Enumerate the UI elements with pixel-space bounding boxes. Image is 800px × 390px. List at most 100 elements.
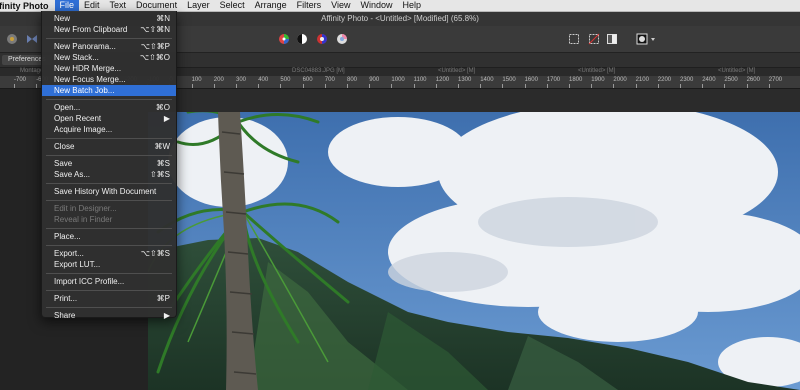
- menu-item-new[interactable]: New ⌘N: [42, 13, 176, 24]
- menu-item-share[interactable]: Share ▶: [42, 310, 176, 321]
- menu-select[interactable]: Select: [215, 0, 250, 11]
- menu-item-new-panorama[interactable]: New Panorama... ⌥⇧⌘P: [42, 41, 176, 52]
- ruler-tick-mark: [14, 84, 15, 88]
- ruler-tick-mark: [391, 84, 393, 88]
- menu-item-shortcut: ⌘N: [156, 14, 170, 23]
- menu-item-save[interactable]: Save ⌘S: [42, 158, 176, 169]
- menu-item-new-from-clipboard[interactable]: New From Clipboard ⌥⇧⌘N: [42, 24, 176, 35]
- ruler-tick-mark: [236, 84, 237, 88]
- marquee-select-icon[interactable]: [568, 32, 580, 44]
- menu-item-label: Save As...: [54, 170, 91, 179]
- menu-item-close[interactable]: Close ⌘W: [42, 141, 176, 152]
- menu-arrange[interactable]: Arrange: [250, 0, 292, 11]
- invert-selection-icon[interactable]: [606, 32, 618, 44]
- menu-filters[interactable]: Filters: [292, 0, 327, 11]
- menu-item-new-hdr-merge[interactable]: New HDR Merge...: [42, 63, 176, 74]
- color-wheel-icon[interactable]: [278, 32, 290, 44]
- menu-item-label: Place...: [54, 232, 81, 241]
- ruler-tick-mark: [502, 84, 504, 88]
- ruler-tick-mark: [613, 84, 615, 88]
- ruler-tick-label: 1200: [435, 77, 450, 83]
- menu-separator: [46, 99, 172, 100]
- menu-item-save-as[interactable]: Save As... ⇧⌘S: [42, 169, 176, 180]
- ruler-tick-mark: [280, 84, 282, 88]
- menu-help[interactable]: Help: [398, 0, 427, 11]
- menu-item-label: New From Clipboard: [54, 25, 128, 34]
- menu-item-new-stack[interactable]: New Stack... ⌥⇧⌘O: [42, 52, 176, 63]
- ruler-tick-mark: [702, 84, 704, 88]
- ruler-tick-label: 1500: [502, 77, 516, 83]
- menu-item-save-history-with-document[interactable]: Save History With Document: [42, 186, 176, 197]
- menu-item-label: New Stack...: [54, 53, 99, 62]
- menu-item-open[interactable]: Open... ⌘O: [42, 102, 176, 113]
- white-balance-icon[interactable]: [336, 32, 348, 44]
- ruler-tick-mark: [569, 84, 570, 88]
- menu-item-label: New Focus Merge...: [54, 75, 126, 84]
- ruler-tick-mark: [435, 84, 437, 88]
- persona-liquify-icon[interactable]: [26, 32, 38, 44]
- ruler-tick-mark: [369, 84, 371, 88]
- menu-item-label: Import ICC Profile...: [54, 277, 125, 286]
- ruler-tick-mark: [302, 84, 304, 88]
- ruler-tick-mark: [657, 84, 659, 88]
- menu-window[interactable]: Window: [356, 0, 398, 11]
- menu-item-print[interactable]: Print... ⌘P: [42, 293, 176, 304]
- quick-mask-icon[interactable]: [636, 32, 658, 45]
- ruler-tick-mark: [591, 84, 593, 88]
- menu-item-shortcut: ⌥⇧⌘S: [140, 249, 170, 258]
- app-menu[interactable]: ffinity Photo: [0, 1, 55, 11]
- file-menu-dropdown: New ⌘N New From Clipboard ⌥⇧⌘N New Panorama.…: [41, 11, 177, 321]
- menu-item-reveal-in-finder: Reveal in Finder: [42, 214, 176, 225]
- ruler-tick-mark: [524, 84, 526, 88]
- ruler-tick-mark: [680, 84, 681, 88]
- ruler-tick-mark: [191, 84, 193, 88]
- menu-item-open-recent[interactable]: Open Recent ▶: [42, 113, 176, 124]
- ruler-tick-label: 700: [324, 77, 335, 83]
- menu-item-label: Acquire Image...: [54, 125, 113, 134]
- color-balance-icon[interactable]: [316, 32, 328, 44]
- menu-item-shortcut: ⌘P: [156, 294, 170, 303]
- tab-dsc04883[interactable]: DSC04883.JPG [M]: [292, 68, 345, 74]
- menu-separator: [46, 245, 172, 246]
- menu-file[interactable]: File: [54, 0, 80, 11]
- menu-item-label: Open...: [54, 103, 81, 112]
- ruler-tick-label: 2700: [768, 77, 783, 83]
- menu-edit[interactable]: Edit: [79, 0, 105, 11]
- menu-separator: [46, 228, 172, 229]
- menu-text[interactable]: Text: [105, 0, 132, 11]
- menu-item-acquire-image[interactable]: Acquire Image...: [42, 124, 176, 135]
- menu-item-label: Reveal in Finder: [54, 215, 113, 224]
- menu-item-new-focus-merge[interactable]: New Focus Merge...: [42, 74, 176, 85]
- menu-item-place[interactable]: Place...: [42, 231, 176, 242]
- ruler-tick-mark: [347, 84, 348, 88]
- menu-layer[interactable]: Layer: [182, 0, 215, 11]
- menu-separator: [46, 200, 172, 201]
- ruler-tick-mark: [546, 84, 548, 88]
- menu-item-edit-in-designer: Edit in Designer...: [42, 203, 176, 214]
- ruler-tick-label: 2400: [702, 77, 716, 83]
- menu-item-export[interactable]: Export... ⌥⇧⌘S: [42, 248, 176, 259]
- menu-item-label: Save: [54, 159, 73, 168]
- menu-item-label: Print...: [54, 294, 78, 303]
- ruler-tick-mark: [413, 84, 415, 88]
- menu-document[interactable]: Document: [131, 0, 182, 11]
- tab-untitled-2[interactable]: <Untitled> [M]: [578, 68, 615, 74]
- menu-item-new-batch-job[interactable]: New Batch Job...: [42, 85, 176, 96]
- ruler-tick-label: 1900: [591, 77, 605, 83]
- menu-view[interactable]: View: [326, 0, 355, 11]
- ruler-tick-label: 1700: [546, 77, 561, 83]
- photo-canvas[interactable]: [148, 112, 800, 390]
- tab-montage[interactable]: Montage: [20, 68, 43, 74]
- menu-item-import-icc-profile[interactable]: Import ICC Profile...: [42, 276, 176, 287]
- contrast-icon[interactable]: [296, 32, 308, 44]
- tab-untitled-1[interactable]: <Untitled> [M]: [438, 68, 475, 74]
- deselect-icon[interactable]: [588, 32, 600, 45]
- menu-item-label: Close: [54, 142, 75, 151]
- persona-photo-icon[interactable]: [6, 32, 18, 44]
- menu-item-label: New HDR Merge...: [54, 64, 122, 73]
- tab-untitled-3[interactable]: <Untitled> [M]: [718, 68, 755, 74]
- ruler-tick-mark: [258, 84, 260, 88]
- ruler-tick-label: 600: [302, 77, 313, 83]
- menu-item-export-lut[interactable]: Export LUT...: [42, 259, 176, 270]
- menu-item-label: Save History With Document: [54, 187, 157, 196]
